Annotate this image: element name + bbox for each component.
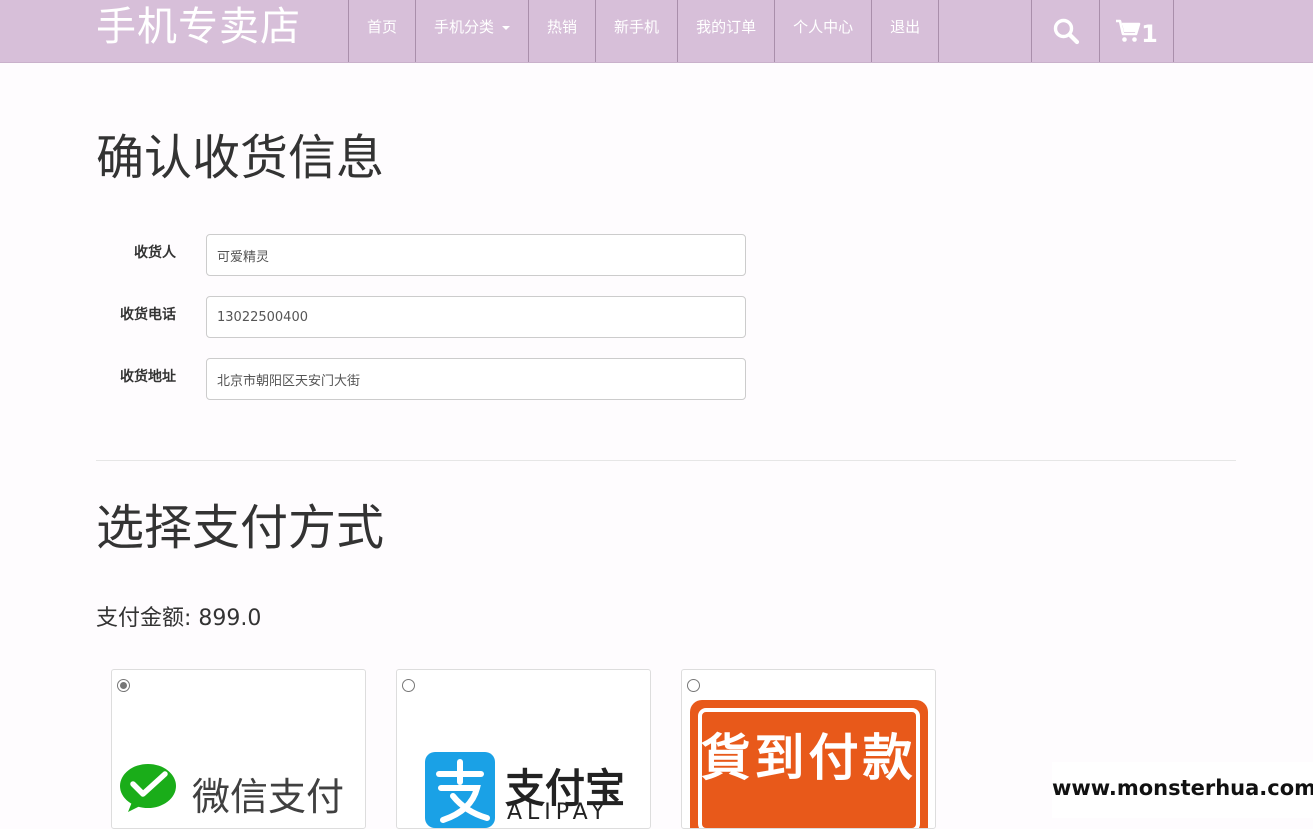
receiver-label: 收货人 — [134, 245, 176, 261]
phone-input[interactable] — [206, 296, 746, 338]
alipay-icon — [425, 752, 495, 828]
payment-amount: 支付金额: 899.0 — [96, 606, 262, 631]
nav-logout[interactable]: 退出 — [872, 0, 940, 62]
search-button[interactable] — [1032, 0, 1100, 62]
search-icon — [1053, 18, 1079, 45]
caret-down-icon — [502, 25, 511, 30]
cod-label: 貨到付款 — [700, 729, 917, 787]
alipay-radio[interactable] — [402, 679, 415, 692]
cart-button[interactable]: 1 — [1100, 0, 1174, 62]
phone-label: 收货电话 — [120, 307, 176, 323]
cart-icon — [1116, 19, 1141, 42]
nav-orders-label: 我的订单 — [696, 18, 757, 36]
section-divider — [96, 460, 1236, 461]
nav-profile-label: 个人中心 — [793, 18, 854, 36]
pay-option-alipay[interactable]: 支付宝 ALIPAY — [396, 669, 651, 829]
watermark: www.monsterhua.com — [1052, 762, 1313, 818]
wechat-pay-icon — [120, 764, 176, 812]
address-label: 收货地址 — [120, 369, 176, 385]
nav-right: 1 — [1031, 0, 1174, 62]
nav-new[interactable]: 新手机 — [596, 0, 679, 62]
pay-option-wechat[interactable]: 微信支付 — [111, 669, 366, 829]
nav-orders[interactable]: 我的订单 — [678, 0, 776, 62]
address-input[interactable] — [206, 358, 746, 400]
nav-new-label: 新手机 — [614, 18, 660, 36]
nav-profile[interactable]: 个人中心 — [775, 0, 873, 62]
nav-logout-label: 退出 — [890, 18, 921, 36]
alipay-symbol-icon — [436, 759, 490, 823]
payment-title: 选择支付方式 — [96, 500, 385, 556]
confirm-title: 确认收货信息 — [96, 130, 385, 186]
pay-option-cod[interactable]: 貨到付款 — [681, 669, 936, 829]
wechat-radio[interactable] — [117, 679, 130, 692]
nav-category-dropdown[interactable]: 手机分类 — [416, 0, 530, 62]
wechat-pay-label: 微信支付 — [192, 775, 345, 819]
nav-home-label: 首页 — [367, 18, 398, 36]
alipay-sublabel: ALIPAY — [507, 800, 610, 825]
nav-category-label: 手机分类 — [434, 18, 495, 36]
brand-logo[interactable]: 手机专卖店 — [96, 2, 301, 52]
cart-count-badge: 1 — [1141, 20, 1158, 48]
main-nav: 首页 手机分类 热销 新手机 我的订单 个人中心 退出 — [348, 0, 940, 62]
nav-home[interactable]: 首页 — [349, 0, 417, 62]
cod-radio[interactable] — [687, 679, 700, 692]
nav-hot-label: 热销 — [547, 18, 578, 36]
receiver-input[interactable] — [206, 234, 746, 276]
top-navbar: 手机专卖店 首页 手机分类 热销 新手机 我的订单 个人中心 退出 1 — [0, 0, 1313, 63]
nav-hot[interactable]: 热销 — [529, 0, 597, 62]
